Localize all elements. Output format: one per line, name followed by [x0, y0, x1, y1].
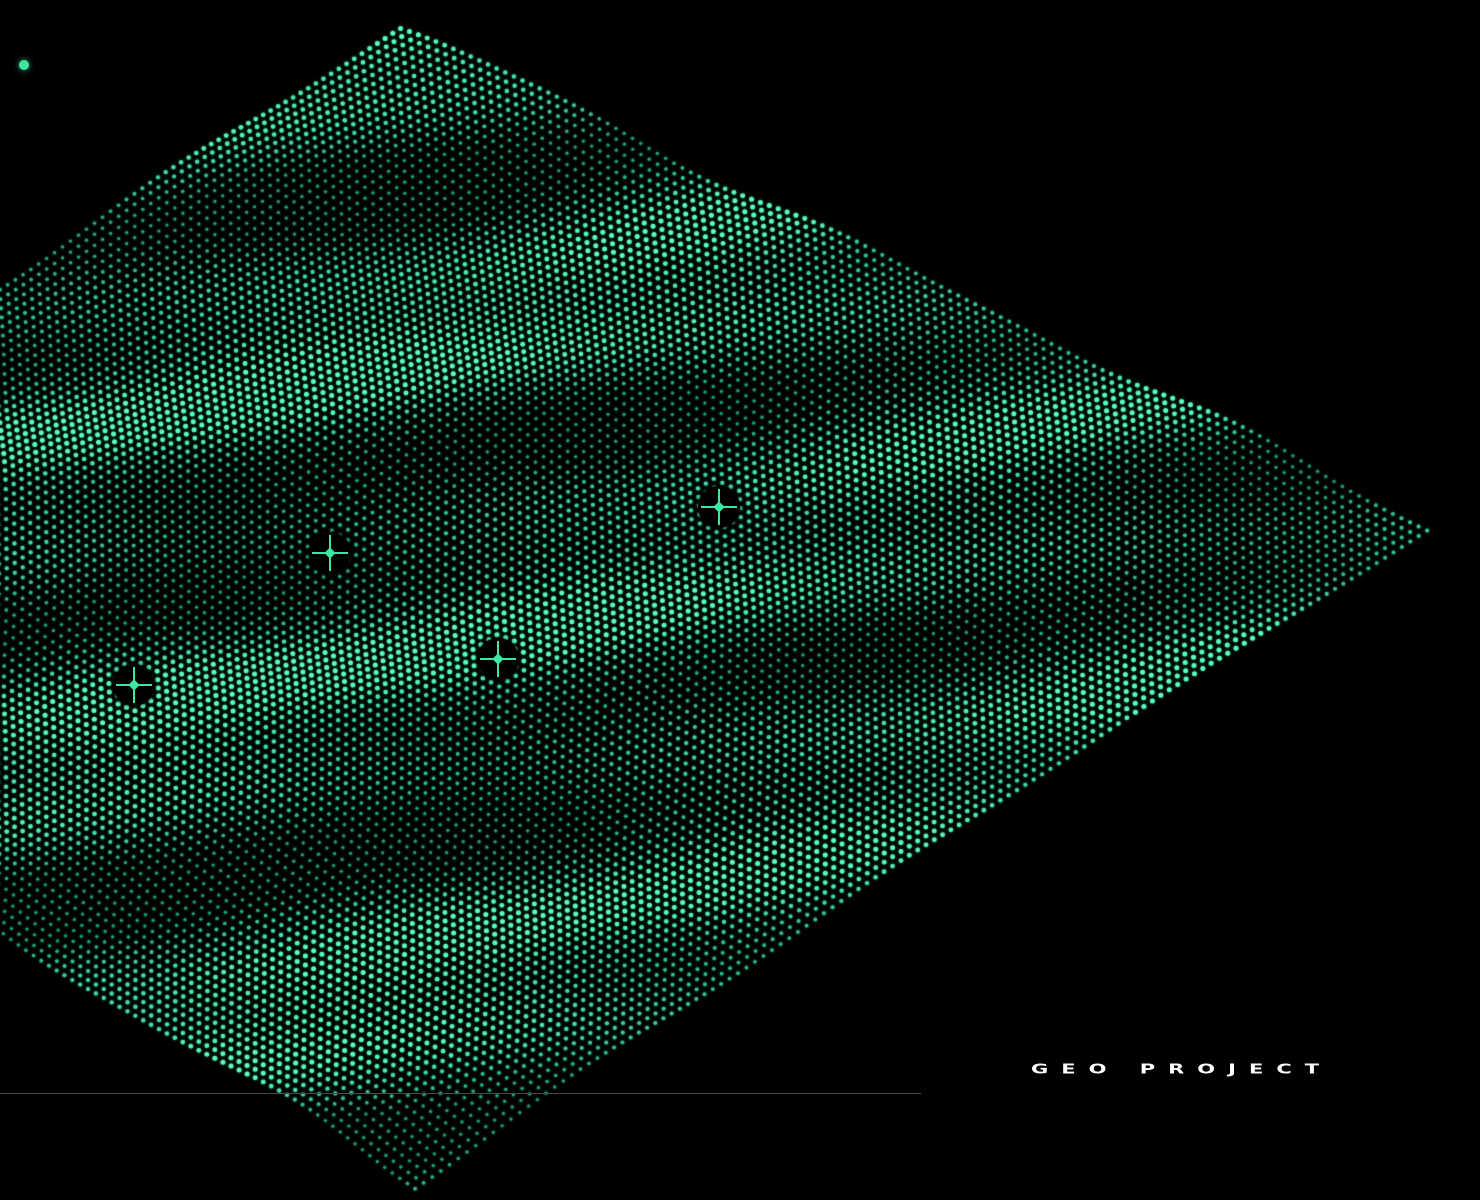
status-dot-icon	[19, 60, 29, 70]
map-marker-crosshair-icon[interactable]	[698, 486, 740, 528]
map-marker-crosshair-icon[interactable]	[477, 638, 519, 680]
divider-line	[0, 1093, 921, 1094]
terrain-point-cloud[interactable]	[0, 0, 1480, 1200]
project-title: GEO PROJECT	[1031, 1061, 1333, 1077]
map-marker-crosshair-icon[interactable]	[113, 664, 155, 706]
map-marker-crosshair-icon[interactable]	[309, 532, 351, 574]
